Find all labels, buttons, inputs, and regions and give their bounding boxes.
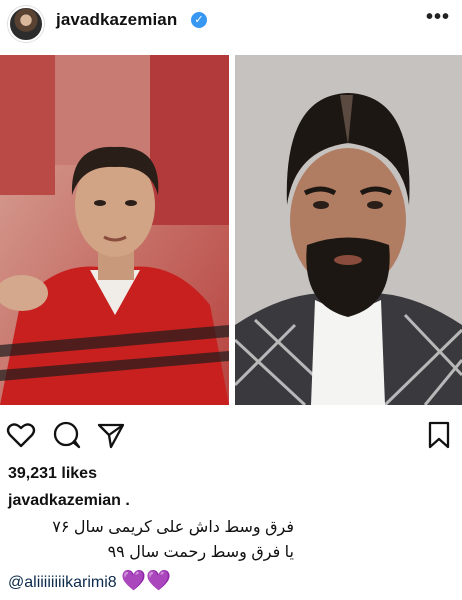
bearded-man-portrait-image — [235, 55, 462, 405]
like-button[interactable] — [6, 420, 38, 452]
avatar[interactable] — [8, 6, 44, 42]
heart-icon — [6, 423, 36, 448]
post-image-left[interactable] — [0, 55, 229, 405]
player-portrait-image — [0, 55, 229, 405]
caption-mention-row: @aliiiiiiiikarimi8 💜💜 — [8, 568, 171, 593]
post-image-right[interactable] — [235, 55, 462, 405]
share-icon — [97, 423, 125, 449]
post-header: javadkazemian ✓ ••• — [0, 0, 462, 46]
share-button[interactable] — [96, 420, 128, 452]
purple-hearts-emoji: 💜💜 — [121, 570, 171, 592]
post-actions-bar — [0, 420, 462, 456]
comment-button[interactable] — [52, 420, 84, 452]
bookmark-icon — [428, 421, 450, 449]
likes-count[interactable]: 39,231 likes — [8, 465, 97, 483]
mention-link[interactable]: @aliiiiiiiikarimi8 — [8, 574, 117, 591]
caption-username[interactable]: javadkazemian . — [8, 492, 130, 510]
comment-icon — [53, 421, 81, 449]
caption-line-1: فرق وسط داش علی کریمی سال ۷۶ — [52, 519, 294, 536]
post-author-username[interactable]: javadkazemian — [56, 10, 177, 30]
caption-line-2: یا فرق وسط رحمت سال ۹۹ — [107, 544, 294, 561]
save-button[interactable] — [424, 420, 456, 452]
verified-badge-icon: ✓ — [191, 12, 207, 28]
more-options-icon[interactable]: ••• — [426, 6, 450, 29]
